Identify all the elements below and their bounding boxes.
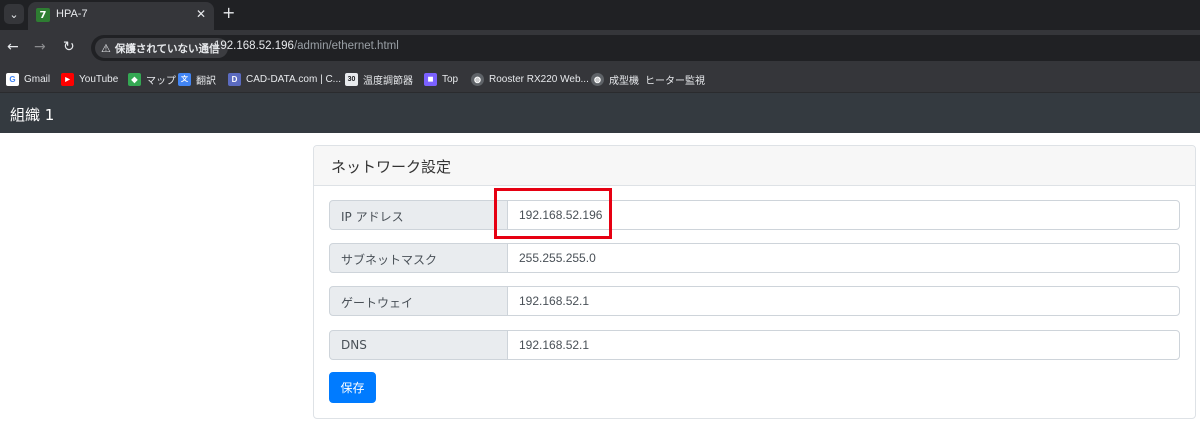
bookmark-label: 成型機 bbox=[609, 75, 639, 87]
subnet-mask-group: サブネットマスク bbox=[329, 243, 1180, 273]
globe-icon: ◍ bbox=[591, 72, 604, 86]
app-header: 組織 1 bbox=[0, 93, 1200, 133]
bookmark-label: Rooster RX220 Web... bbox=[489, 73, 589, 85]
tab-close-icon[interactable]: ✕ bbox=[196, 7, 206, 21]
bookmark-cad-data[interactable]: D CAD-DATA.com | C... bbox=[228, 71, 341, 87]
address-bar[interactable]: ⚠ 保護されていない通信 192.168.52.196/admin/ethern… bbox=[91, 35, 1200, 61]
dns-label: DNS bbox=[329, 330, 508, 360]
bookmark-label: Top bbox=[442, 73, 459, 85]
browser-tab[interactable]: 7 HPA-7 ✕ bbox=[28, 2, 214, 30]
cad-data-icon: D bbox=[228, 72, 241, 86]
card-title: ネットワーク設定 bbox=[331, 158, 452, 176]
gateway-group: ゲートウェイ bbox=[329, 286, 1180, 316]
gateway-label: ゲートウェイ bbox=[329, 286, 508, 316]
security-chip[interactable]: ⚠ 保護されていない通信 bbox=[95, 38, 228, 58]
bookmark-label: Gmail bbox=[24, 73, 51, 85]
subnet-mask-label: サブネットマスク bbox=[329, 243, 508, 273]
bookmark-gmail[interactable]: G Gmail bbox=[6, 71, 50, 87]
dns-input[interactable] bbox=[507, 330, 1180, 360]
gateway-input[interactable] bbox=[507, 286, 1180, 316]
organization-title: 組織 1 bbox=[10, 106, 55, 124]
new-tab-button[interactable]: + bbox=[222, 4, 235, 22]
bookmark-maps[interactable]: ◆ マップ bbox=[128, 71, 176, 87]
reload-icon[interactable]: ↻ bbox=[63, 38, 75, 56]
warning-triangle-icon: ⚠ bbox=[101, 41, 111, 55]
globe-icon: ◍ bbox=[471, 72, 484, 86]
bookmark-label: 翻訳 bbox=[196, 75, 216, 87]
translate-icon: 文 bbox=[178, 72, 191, 86]
bookmark-label: CAD-DATA.com | C... bbox=[246, 73, 342, 85]
security-label: 保護されていない通信 bbox=[114, 42, 220, 55]
subnet-mask-input[interactable] bbox=[507, 243, 1180, 273]
ip-address-input[interactable] bbox=[507, 200, 1180, 230]
url-path: /admin/ethernet.html bbox=[293, 40, 399, 52]
calendar-icon: 30 bbox=[345, 72, 358, 86]
dns-group: DNS bbox=[329, 330, 1180, 360]
top-icon: ◼ bbox=[424, 72, 437, 86]
bookmark-translate[interactable]: 文 翻訳 bbox=[178, 71, 216, 87]
save-button[interactable]: 保存 bbox=[329, 372, 376, 403]
maps-icon: ◆ bbox=[128, 72, 141, 86]
bookmark-label: マップ bbox=[146, 75, 176, 87]
tab-favicon-icon: 7 bbox=[36, 8, 50, 22]
tab-title: HPA-7 bbox=[56, 8, 88, 20]
bookmark-label: 温度調節器 bbox=[363, 75, 413, 87]
bookmark-youtube[interactable]: ▶ YouTube bbox=[61, 71, 118, 87]
bookmark-label: ヒーター監視 bbox=[645, 75, 705, 87]
forward-arrow-icon[interactable]: → bbox=[34, 38, 46, 56]
tab-search-icon[interactable]: ⌄ bbox=[4, 4, 24, 24]
ip-address-group: IP アドレス bbox=[329, 200, 1180, 230]
bookmark-label: YouTube bbox=[79, 73, 119, 85]
browser-toolbar: ← → ↻ ⚠ 保護されていない通信 192.168.52.196/admin/… bbox=[0, 30, 1200, 65]
url-text[interactable]: 192.168.52.196/admin/ethernet.html bbox=[214, 40, 399, 52]
google-icon: G bbox=[6, 72, 19, 86]
bookmark-heater-monitor[interactable]: ヒーター監視 bbox=[645, 71, 705, 87]
youtube-icon: ▶ bbox=[61, 72, 74, 86]
browser-tabstrip: ⌄ 7 HPA-7 ✕ + bbox=[0, 0, 1200, 30]
url-host: 192.168.52.196 bbox=[214, 40, 294, 52]
bookmark-rooster[interactable]: ◍ Rooster RX220 Web... bbox=[471, 71, 589, 87]
ip-address-label: IP アドレス bbox=[329, 200, 508, 230]
back-arrow-icon[interactable]: ← bbox=[7, 38, 19, 56]
bookmark-temperature-controller[interactable]: 30 温度調節器 bbox=[345, 71, 413, 87]
bookmarks-bar: G Gmail ▶ YouTube ◆ マップ 文 翻訳 D CAD-DATA.… bbox=[0, 65, 1200, 93]
bookmark-molding-machine[interactable]: ◍ 成型機 bbox=[591, 71, 639, 87]
network-settings-card: ネットワーク設定 IP アドレス サブネットマスク ゲートウェイ DNS 保存 bbox=[313, 145, 1196, 419]
card-header: ネットワーク設定 bbox=[314, 146, 1195, 186]
bookmark-top[interactable]: ◼ Top bbox=[424, 71, 458, 87]
